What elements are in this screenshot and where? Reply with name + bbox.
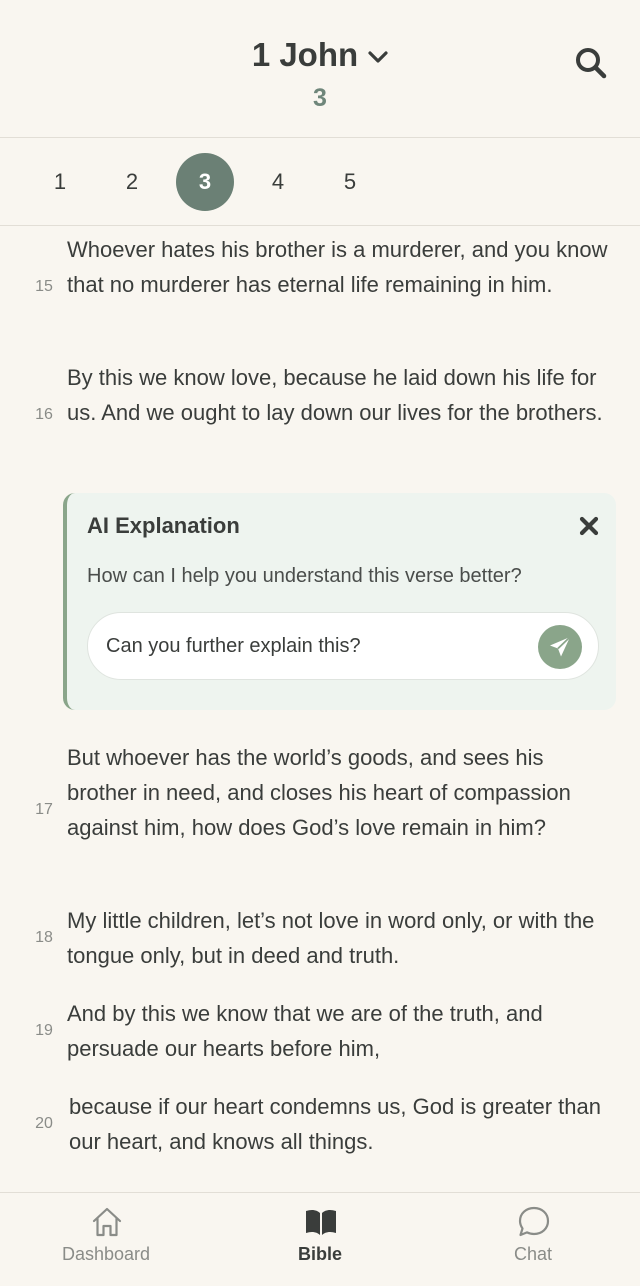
home-icon xyxy=(92,1207,122,1237)
verse-text: because if our heart condemns us, God is… xyxy=(69,1094,601,1154)
book-title: 1 John xyxy=(251,36,359,73)
header: 1 John 3 xyxy=(0,0,640,138)
send-button[interactable] xyxy=(538,625,582,669)
nav-dashboard[interactable]: Dashboard xyxy=(36,1205,176,1269)
chapter-1[interactable]: 1 xyxy=(31,153,89,211)
close-icon[interactable] xyxy=(578,515,600,537)
verse-text: Whoever hates his brother is a murderer,… xyxy=(67,237,608,297)
ai-question-input[interactable] xyxy=(106,613,526,679)
book-selector[interactable]: 1 John xyxy=(0,36,640,74)
verse-number: 18 xyxy=(35,929,53,946)
chat-bubble-icon xyxy=(518,1206,550,1237)
chapter-5[interactable]: 5 xyxy=(321,153,379,211)
send-icon xyxy=(550,636,571,657)
bottom-nav: Dashboard Bible Chat xyxy=(0,1192,640,1286)
chapter-3[interactable]: 3 xyxy=(176,153,234,211)
nav-label: Chat xyxy=(513,1244,553,1264)
verse-number: 15 xyxy=(35,278,53,295)
verse-list[interactable]: 15 Whoever hates his brother is a murder… xyxy=(0,227,640,1193)
verse-text: But whoever has the world’s goods, and s… xyxy=(67,745,571,840)
book-icon xyxy=(306,1209,336,1235)
verse-text: By this we know love, because he laid do… xyxy=(67,365,603,425)
verse-number: 17 xyxy=(35,801,53,818)
verse-text: And by this we know that we are of the t… xyxy=(67,1001,543,1061)
nav-label: Dashboard xyxy=(61,1244,151,1264)
ai-panel-title: AI Explanation xyxy=(87,513,240,538)
search-icon[interactable] xyxy=(574,46,608,80)
ai-explanation-panel: AI Explanation How can I help you unders… xyxy=(63,493,616,710)
verse-text: My little children, let’s not love in wo… xyxy=(67,908,595,968)
verse-number: 20 xyxy=(35,1115,53,1132)
chapter-2[interactable]: 2 xyxy=(103,153,161,211)
ai-prompt-text: How can I help you understand this verse… xyxy=(87,565,522,587)
chapter-subtitle: 3 xyxy=(313,84,327,112)
chevron-down-icon xyxy=(368,51,388,63)
ai-input-container xyxy=(87,612,599,680)
verse-number: 19 xyxy=(35,1022,53,1039)
nav-bible[interactable]: Bible xyxy=(250,1205,390,1269)
verse-number: 16 xyxy=(35,406,53,423)
chapter-4[interactable]: 4 xyxy=(249,153,307,211)
nav-label: Bible xyxy=(297,1244,342,1264)
chapter-selector: 1 2 3 4 5 xyxy=(0,139,640,226)
nav-chat[interactable]: Chat xyxy=(463,1205,603,1269)
